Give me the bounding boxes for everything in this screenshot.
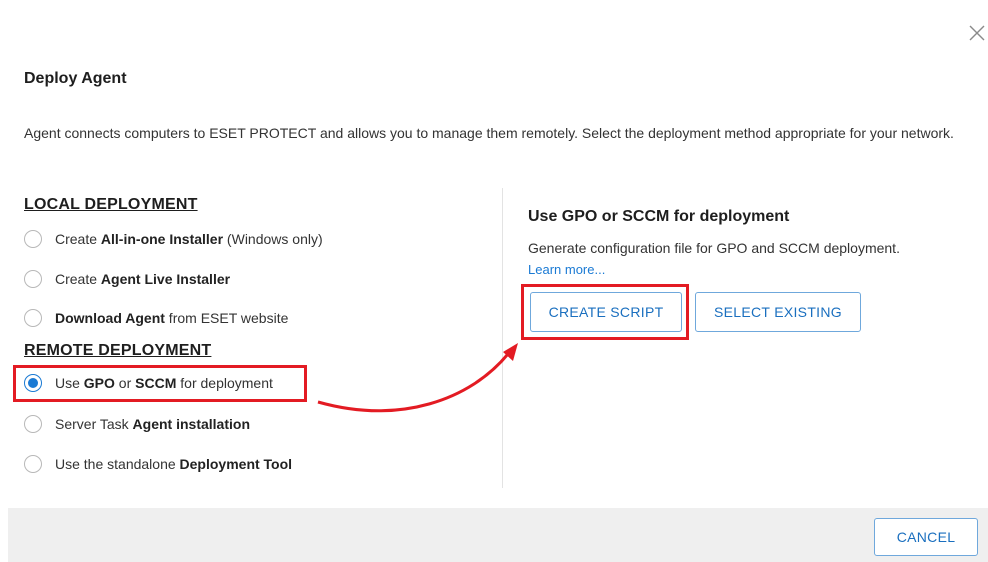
panel-description: Generate configuration file for GPO and …	[528, 240, 900, 256]
dialog-footer	[8, 508, 988, 562]
panel-divider	[502, 188, 503, 488]
dialog-title: Deploy Agent	[24, 70, 127, 87]
panel-title: Use GPO or SCCM for deployment	[528, 208, 790, 225]
radio-button[interactable]	[24, 309, 42, 327]
local-deployment-heading: LOCAL DEPLOYMENT	[24, 196, 198, 213]
radio-button[interactable]	[24, 230, 42, 248]
close-button[interactable]	[966, 22, 988, 44]
cancel-button[interactable]: CANCEL	[874, 518, 978, 556]
dialog-description: Agent connects computers to ESET PROTECT…	[24, 125, 954, 141]
learn-more-link[interactable]: Learn more...	[528, 262, 605, 277]
option-label: Server Task Agent installation	[55, 416, 250, 432]
option-label: Use GPO or SCCM for deployment	[55, 375, 273, 391]
radio-download-agent[interactable]: Download Agent from ESET website	[24, 306, 288, 330]
option-label: Create Agent Live Installer	[55, 271, 231, 287]
option-label: Use the standalone Deployment Tool	[55, 456, 293, 472]
option-label: Create All-in-one Installer (Windows onl…	[55, 231, 323, 247]
close-icon	[969, 25, 985, 41]
radio-server-task[interactable]: Server Task Agent installation	[24, 412, 250, 436]
create-script-button[interactable]: CREATE SCRIPT	[530, 292, 682, 332]
radio-agent-live-installer[interactable]: Create Agent Live Installer	[24, 267, 230, 291]
remote-deployment-heading: REMOTE DEPLOYMENT	[24, 342, 212, 359]
select-existing-button[interactable]: SELECT EXISTING	[695, 292, 861, 332]
radio-gpo-sccm[interactable]: Use GPO or SCCM for deployment	[24, 371, 273, 395]
radio-deployment-tool[interactable]: Use the standalone Deployment Tool	[24, 452, 292, 476]
option-label: Download Agent from ESET website	[55, 310, 289, 326]
radio-button-selected[interactable]	[24, 374, 42, 392]
radio-button[interactable]	[24, 270, 42, 288]
radio-button[interactable]	[24, 415, 42, 433]
radio-all-in-one-installer[interactable]: Create All-in-one Installer (Windows onl…	[24, 227, 323, 251]
radio-button[interactable]	[24, 455, 42, 473]
